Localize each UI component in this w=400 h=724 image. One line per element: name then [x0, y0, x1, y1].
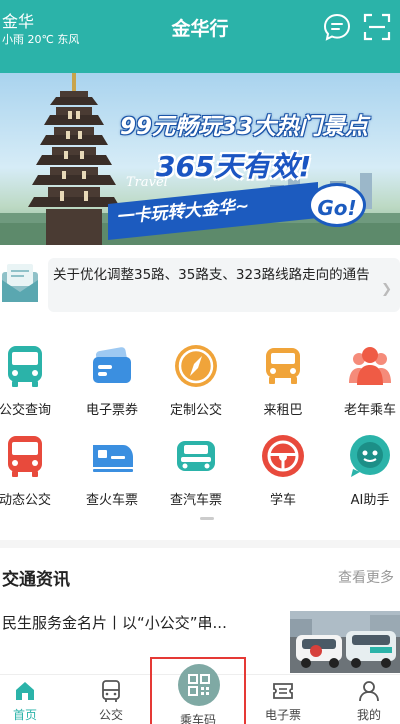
service-label: 来租巴: [263, 403, 303, 418]
service-label: 定制公交: [169, 403, 222, 418]
news-section-title: 交通资讯: [2, 570, 70, 590]
service-label: 查汽车票: [169, 493, 222, 508]
service-train-ticket[interactable]: 查火车票: [72, 433, 152, 508]
chevron-right-icon: ❯: [381, 282, 392, 297]
grid-page-indicator: [200, 517, 214, 520]
banner-go-badge: Go!: [308, 183, 366, 227]
service-label: 查火车票: [85, 493, 138, 508]
profile-icon: [359, 681, 379, 702]
service-bus-query[interactable]: 公交查询: [0, 343, 65, 418]
notice-bar: 关于优化调整35路、35路支、323路线路走向的通告 ❯: [0, 252, 400, 318]
tab-profile[interactable]: 我的: [329, 675, 400, 724]
tab-bus[interactable]: 公交: [71, 675, 151, 724]
bus-icon: [8, 346, 42, 387]
news-item-title[interactable]: 民生服务金名片丨以“小公交”串...: [2, 612, 227, 633]
service-driving-school[interactable]: 学车: [243, 433, 323, 508]
ticket-icon: [93, 347, 131, 383]
steering-wheel-icon: [262, 435, 304, 477]
tab-label: 我的: [356, 708, 381, 722]
banner-travel-text: Travel: [126, 175, 168, 190]
service-label: 老年乘车: [343, 403, 396, 418]
service-custom-bus[interactable]: 定制公交: [156, 343, 236, 418]
van-icon: [266, 348, 300, 384]
service-rent-bus[interactable]: 来租巴: [243, 343, 323, 418]
car-icon: [177, 441, 215, 471]
train-icon: [93, 445, 133, 472]
service-label: 电子票券: [85, 403, 138, 418]
tab-home[interactable]: 首页: [0, 675, 65, 724]
notice-text: 关于优化调整35路、35路支、323路线路走向的通告: [53, 267, 370, 283]
qr-code-button[interactable]: [178, 664, 220, 706]
service-live-bus[interactable]: 动态公交: [0, 433, 65, 508]
tab-label: 公交: [98, 708, 123, 722]
tab-ride-code[interactable]: 乘车码: [150, 657, 246, 724]
service-label: AI助手: [350, 493, 390, 508]
service-label: 动态公交: [0, 493, 51, 508]
scan-icon[interactable]: [362, 12, 392, 42]
live-bus-icon: [8, 436, 42, 477]
service-coach-ticket[interactable]: 查汽车票: [156, 433, 236, 508]
service-ai-assistant[interactable]: AI助手: [330, 433, 400, 508]
news-thumbnail-image: [290, 611, 400, 673]
news-thumbnail[interactable]: [290, 611, 400, 673]
compass-icon: [175, 345, 217, 387]
qr-code-icon: [188, 674, 210, 696]
service-label: 学车: [269, 493, 296, 508]
e-ticket-icon: [273, 683, 293, 699]
ai-chat-icon: [350, 435, 390, 477]
service-label: 公交查询: [0, 403, 51, 418]
home-icon: [16, 682, 34, 700]
bus-tab-icon: [102, 680, 120, 702]
section-divider: [0, 540, 400, 548]
people-icon: [349, 347, 391, 385]
tab-e-ticket[interactable]: 电子票: [243, 675, 323, 724]
news-more-link[interactable]: 查看更多: [338, 567, 394, 587]
tab-label: 首页: [12, 708, 37, 722]
mail-icon: [2, 264, 38, 302]
notice-item[interactable]: 关于优化调整35路、35路支、323路线路走向的通告 ❯: [48, 258, 400, 312]
tab-label: 电子票: [264, 708, 301, 722]
tab-label: 乘车码: [179, 713, 216, 724]
banner-subheadline: 365天有效!: [156, 150, 312, 183]
promo-banner[interactable]: 99元畅玩33大热门景点 365天有效! Travel 一卡玩转大金华~ Go!: [0, 73, 400, 245]
service-senior-ride[interactable]: 老年乘车: [330, 343, 400, 418]
chat-icon[interactable]: [322, 12, 352, 42]
service-e-ticket[interactable]: 电子票券: [72, 343, 152, 418]
banner-headline: 99元畅玩33大热门景点: [120, 114, 369, 140]
